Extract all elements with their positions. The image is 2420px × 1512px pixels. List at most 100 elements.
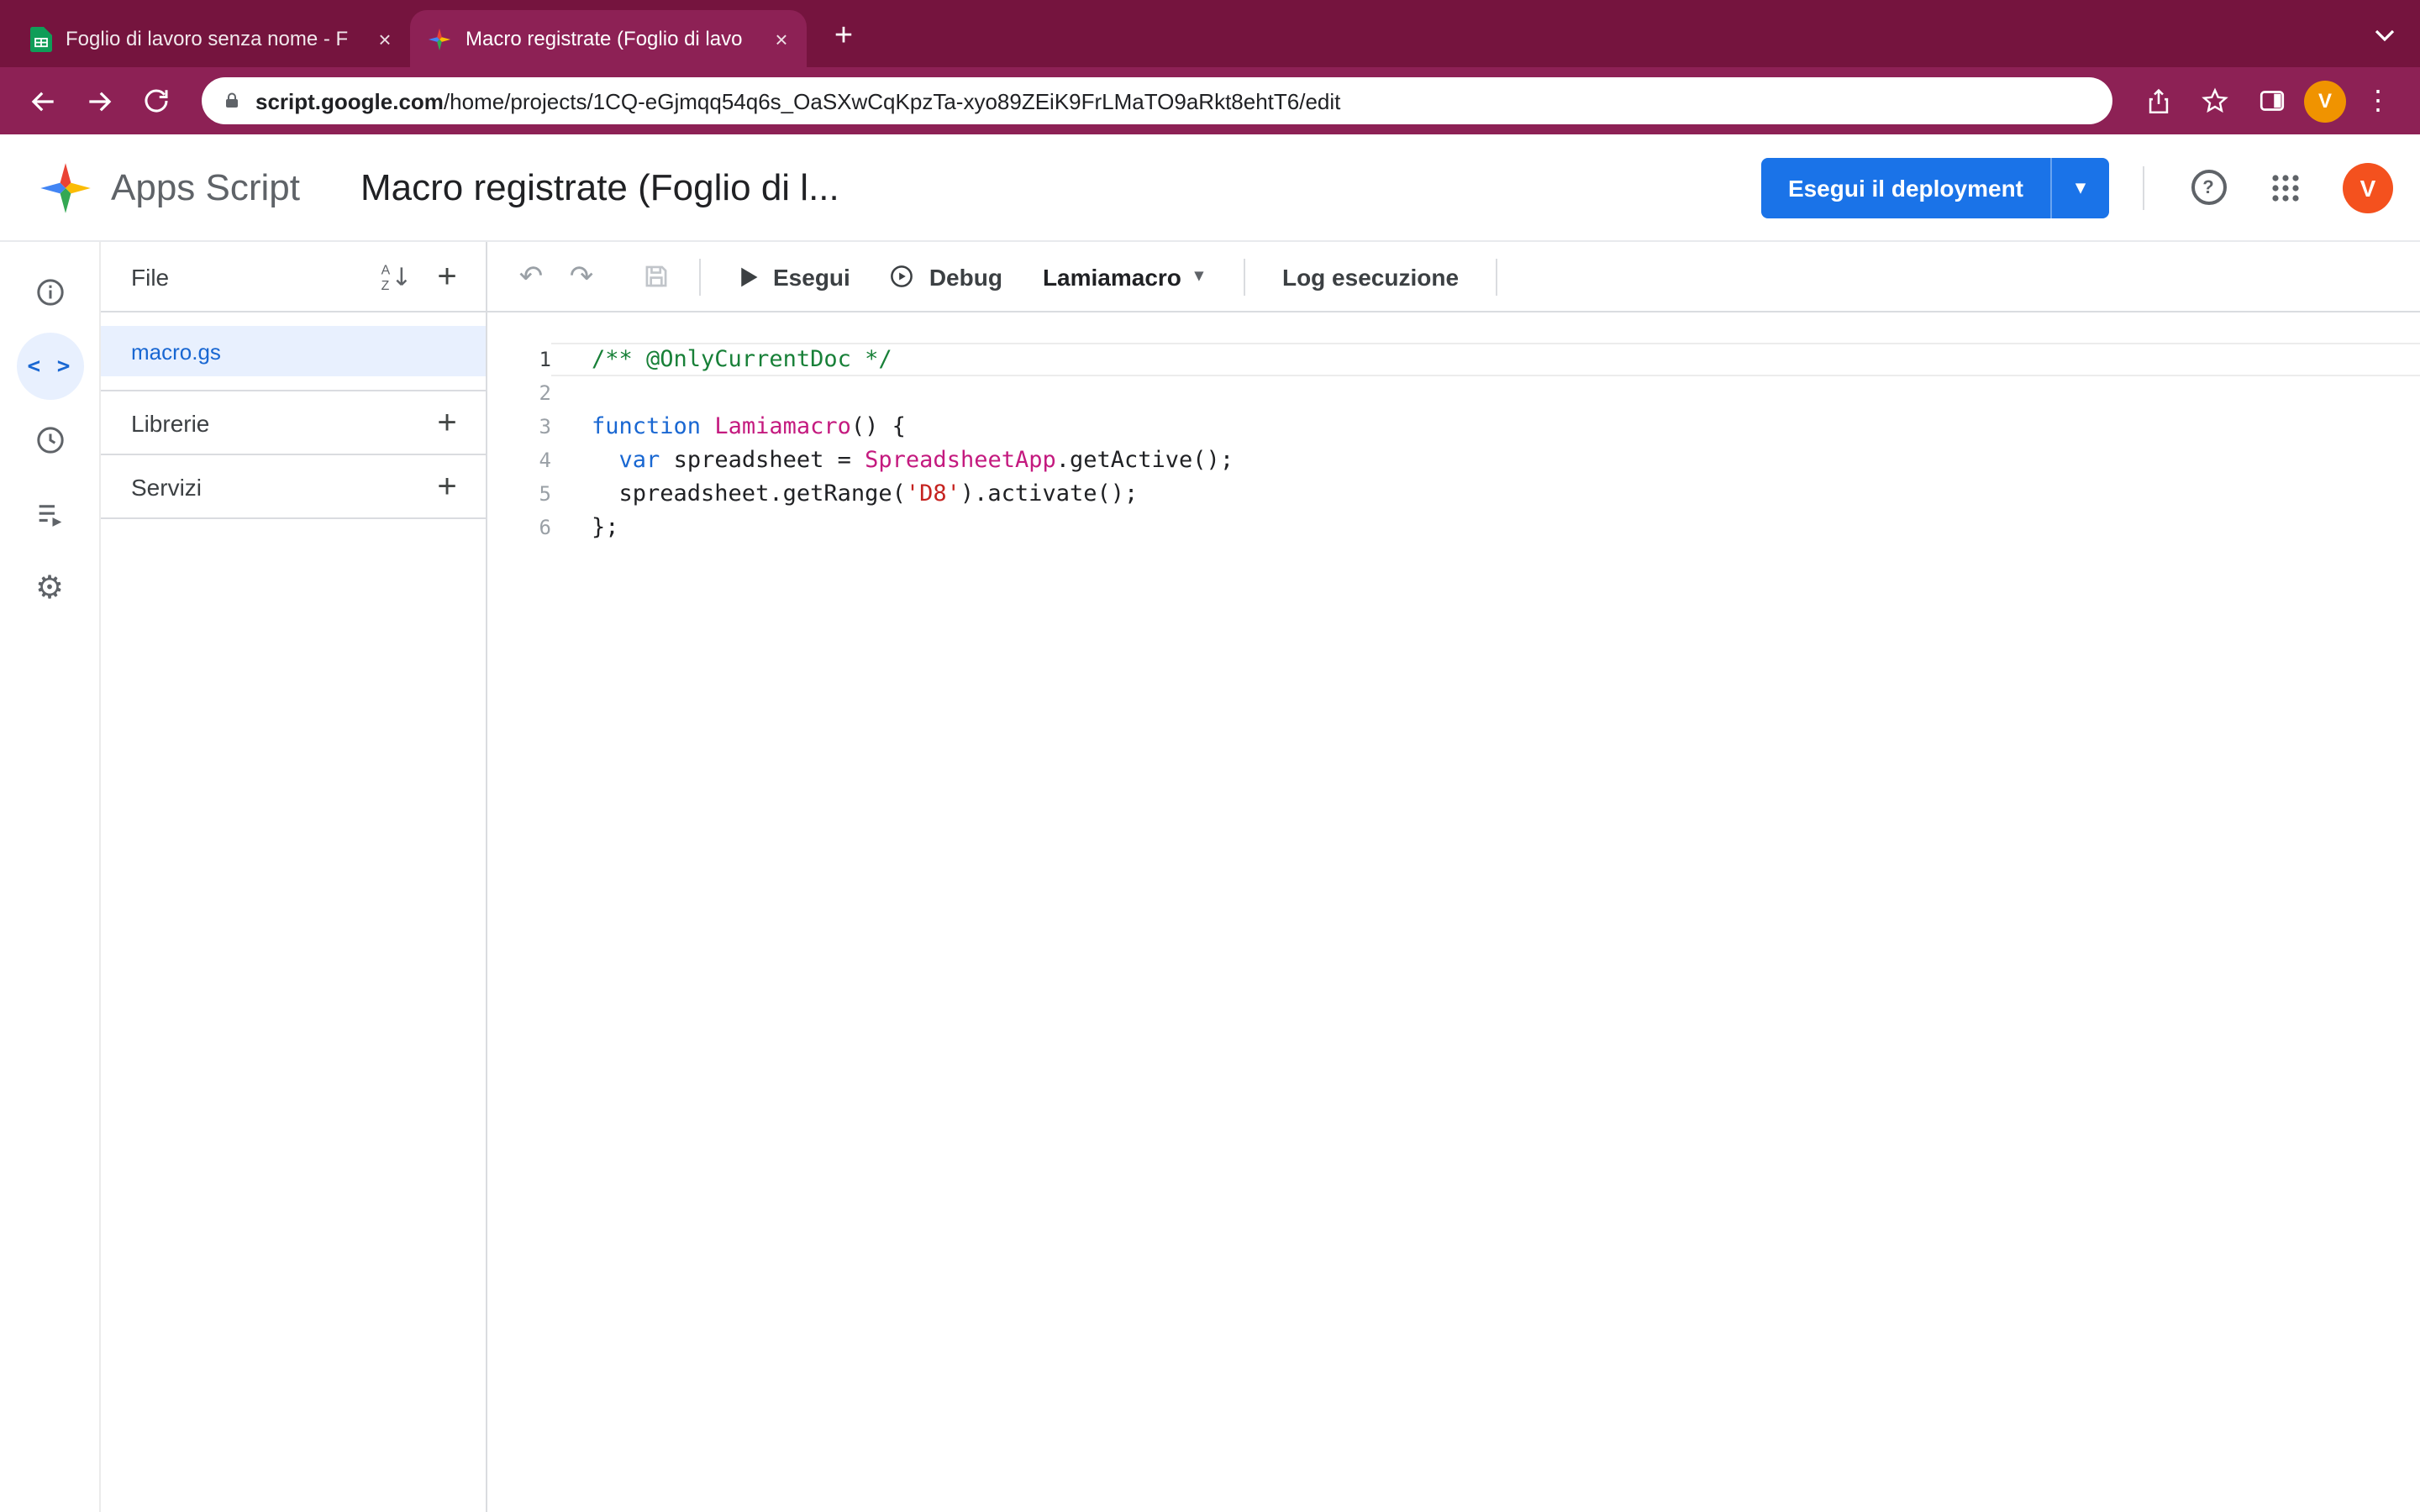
toolbar-divider — [699, 258, 701, 295]
libraries-section[interactable]: Librerie + — [101, 390, 486, 454]
files-panel: File AZ + macro.gs Librerie + Servizi + — [101, 242, 487, 1512]
tab-title: Foglio di lavoro senza nome - F — [66, 27, 356, 50]
add-library-icon[interactable]: + — [422, 397, 472, 448]
libraries-label: Librerie — [131, 409, 422, 436]
help-icon[interactable]: ? — [2178, 157, 2238, 218]
deploy-caret-icon[interactable]: ▾ — [2050, 157, 2109, 218]
debug-button[interactable]: Debug — [871, 249, 1019, 303]
code-line[interactable]: 5 spreadsheet.getRange('D8').activate(); — [487, 477, 2420, 511]
line-content: spreadsheet.getRange('D8').activate(); — [551, 477, 2420, 511]
apps-script-icon — [427, 26, 452, 51]
lock-icon — [222, 89, 242, 113]
reload-icon[interactable] — [131, 76, 182, 126]
debug-label: Debug — [929, 263, 1002, 290]
code-line[interactable]: 4 var spreadsheet = SpreadsheetApp.getAc… — [487, 444, 2420, 477]
overview-info-icon[interactable] — [16, 259, 83, 326]
close-tab-icon[interactable]: × — [370, 24, 400, 54]
new-tab-button[interactable]: + — [820, 13, 867, 60]
code-line[interactable]: 2 — [487, 376, 2420, 410]
browser-toolbar: script.google.com/home/projects/1CQ-eGjm… — [0, 67, 2420, 134]
google-sheets-icon — [30, 26, 52, 51]
app-header: Apps Script Macro registrate (Foglio di … — [0, 134, 2420, 242]
code-line[interactable]: 1/** @OnlyCurrentDoc */ — [487, 343, 2420, 376]
executions-list-icon[interactable] — [16, 480, 83, 548]
function-selector-value: Lamiamacro — [1043, 263, 1181, 290]
code-area: 1/** @OnlyCurrentDoc */23function Lamiam… — [487, 343, 2420, 544]
project-title[interactable]: Macro registrate (Foglio di l... — [360, 165, 839, 209]
back-icon[interactable] — [17, 76, 67, 126]
execution-log-label: Log esecuzione — [1282, 263, 1459, 290]
file-name: macro.gs — [131, 339, 221, 364]
deploy-button-label: Esegui il deployment — [1761, 174, 2050, 201]
add-service-icon[interactable]: + — [422, 461, 472, 512]
left-rail: < > ⚙ — [0, 242, 101, 1512]
code-glyph: < > — [28, 354, 72, 379]
line-number: 4 — [487, 444, 551, 477]
line-content: }; — [551, 511, 2420, 544]
line-number: 5 — [487, 477, 551, 511]
editor-code-icon[interactable]: < > — [16, 333, 83, 400]
svg-text:Z: Z — [381, 278, 390, 292]
google-apps-grid-icon[interactable] — [2255, 157, 2316, 218]
sort-az-icon[interactable]: AZ — [371, 251, 422, 302]
bookmark-star-icon[interactable] — [2190, 76, 2240, 126]
redo-icon[interactable]: ↷ — [558, 253, 605, 300]
line-number: 6 — [487, 511, 551, 544]
brand-name[interactable]: Apps Script — [111, 165, 300, 209]
browser-avatar[interactable]: V — [2304, 80, 2346, 122]
files-header-label: File — [131, 263, 371, 290]
code-line[interactable]: 3function Lamiamacro() { — [487, 410, 2420, 444]
line-content: function Lamiamacro() { — [551, 410, 2420, 444]
chevron-down-icon: ▾ — [1195, 267, 1203, 286]
share-icon[interactable] — [2133, 76, 2183, 126]
services-section[interactable]: Servizi + — [101, 454, 486, 517]
svg-text:A: A — [381, 263, 391, 277]
help-glyph: ? — [2191, 170, 2226, 205]
side-panel-icon[interactable] — [2247, 76, 2297, 126]
line-content — [551, 376, 2420, 410]
gear-glyph: ⚙ — [35, 572, 64, 604]
file-item-macro-gs[interactable]: macro.gs — [101, 326, 486, 376]
tab-spreadsheet[interactable]: Foglio di lavoro senza nome - F × — [13, 10, 410, 67]
url-text: script.google.com/home/projects/1CQ-eGjm… — [255, 88, 1340, 113]
toolbar-divider — [1244, 258, 1245, 295]
run-label: Esegui — [773, 263, 850, 290]
tab-apps-script[interactable]: Macro registrate (Foglio di lavo × — [410, 10, 807, 67]
line-content: var spreadsheet = SpreadsheetApp.getActi… — [551, 444, 2420, 477]
code-line[interactable]: 6}; — [487, 511, 2420, 544]
line-number: 2 — [487, 376, 551, 410]
add-file-icon[interactable]: + — [422, 251, 472, 302]
line-number: 1 — [487, 343, 551, 376]
triggers-clock-icon[interactable] — [16, 407, 83, 474]
url-domain: script.google.com — [255, 88, 444, 113]
apps-script-window: Foglio di lavoro senza nome - F × Macro … — [0, 0, 2420, 1512]
deploy-button[interactable]: Esegui il deployment ▾ — [1761, 157, 2109, 218]
play-icon — [738, 265, 760, 288]
account-avatar[interactable]: V — [2343, 162, 2393, 213]
panel-sections: Librerie + Servizi + — [101, 390, 486, 519]
line-content: /** @OnlyCurrentDoc */ — [551, 343, 2420, 376]
editor-toolbar: ↶ ↷ Esegui Debug Lamiamacro ▾ Log esecuz… — [487, 242, 2420, 312]
files-panel-header: File AZ + — [101, 242, 486, 312]
debug-icon — [887, 262, 916, 291]
execution-log-button[interactable]: Log esecuzione — [1265, 249, 1476, 303]
address-bar[interactable]: script.google.com/home/projects/1CQ-eGjm… — [202, 77, 2112, 124]
url-path: /home/projects/1CQ-eGjmqq54q6s_OaSXwCqKp… — [444, 88, 1340, 113]
code-editor[interactable]: 1/** @OnlyCurrentDoc */23function Lamiam… — [487, 312, 2420, 1512]
line-number: 3 — [487, 410, 551, 444]
browser-tab-strip: Foglio di lavoro senza nome - F × Macro … — [0, 0, 2420, 67]
undo-icon[interactable]: ↶ — [508, 253, 555, 300]
settings-gear-icon[interactable]: ⚙ — [16, 554, 83, 622]
toolbar-divider — [1496, 258, 1497, 295]
forward-icon[interactable] — [74, 76, 124, 126]
apps-script-logo — [37, 159, 94, 216]
tab-search-chevron-icon[interactable] — [2366, 17, 2403, 54]
services-label: Servizi — [131, 473, 422, 500]
browser-menu-icon[interactable]: ⋮ — [2353, 76, 2403, 126]
tab-title: Macro registrate (Foglio di lavo — [466, 27, 753, 50]
close-tab-icon[interactable]: × — [766, 24, 797, 54]
save-icon[interactable] — [632, 253, 679, 300]
function-selector[interactable]: Lamiamacro ▾ — [1023, 249, 1223, 303]
run-button[interactable]: Esegui — [721, 249, 867, 303]
header-divider — [2143, 165, 2144, 209]
